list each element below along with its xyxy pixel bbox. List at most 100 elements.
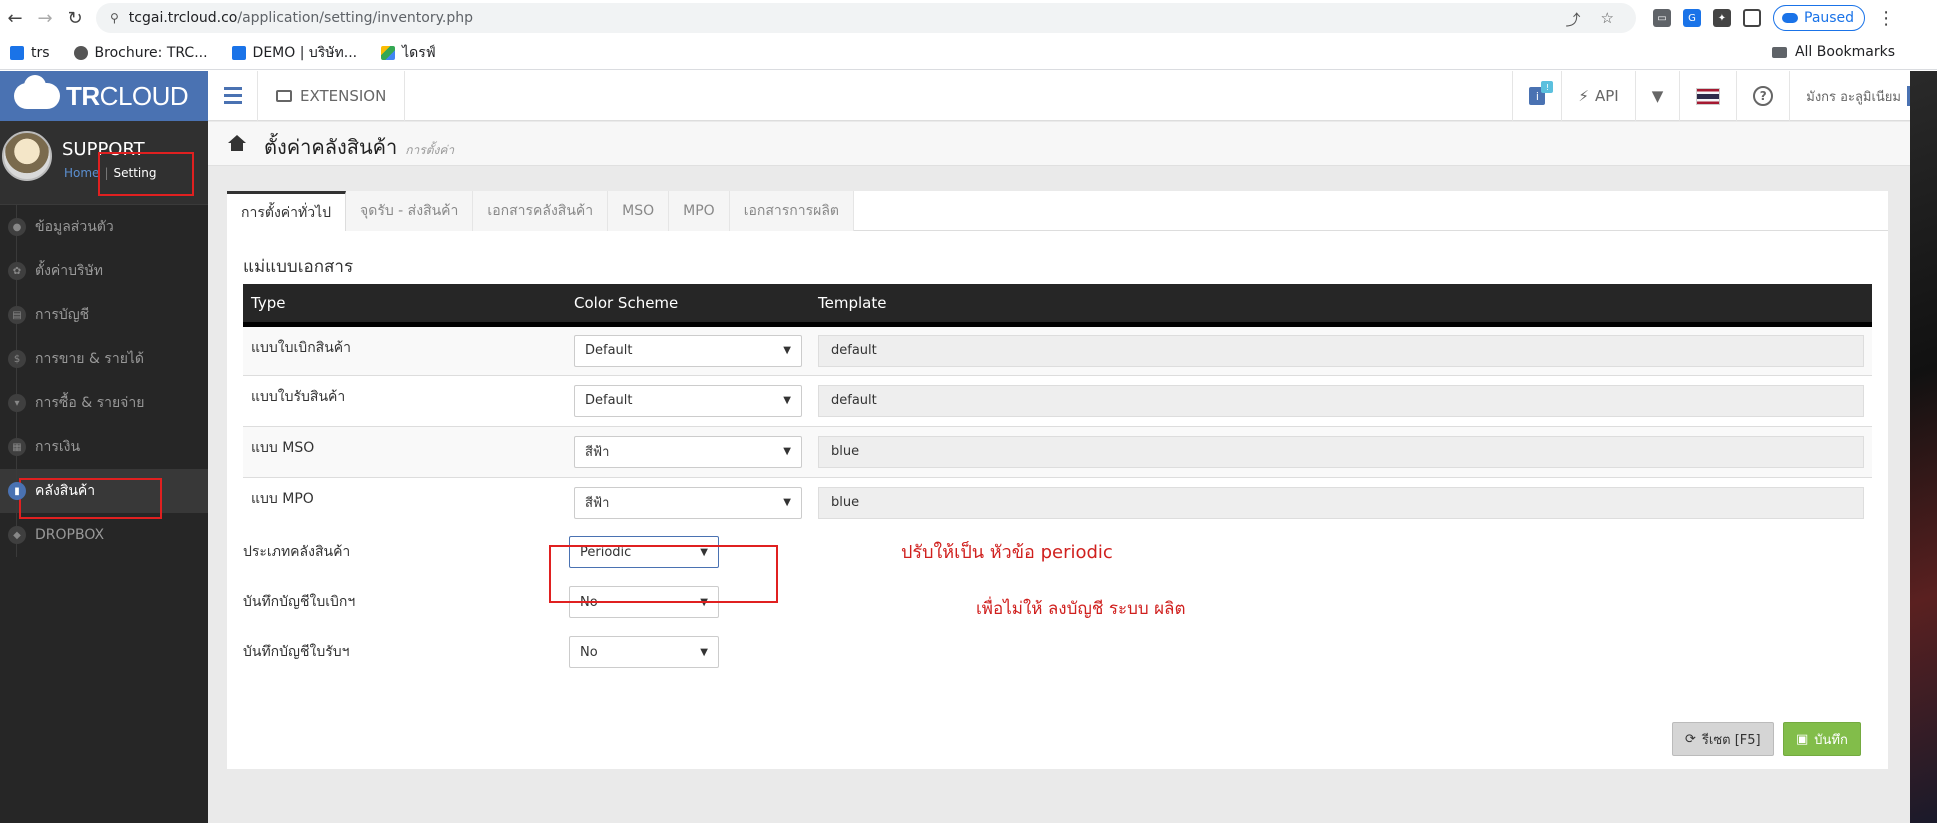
info-icon: i	[1529, 81, 1554, 105]
globe-icon	[73, 45, 88, 60]
receipt-posting-select[interactable]: No ▼	[569, 636, 719, 668]
color-scheme-select[interactable]: สีฟ้า ▼	[574, 435, 802, 468]
annotation-box-inventory-type	[549, 545, 778, 603]
tab-mso[interactable]: MSO	[608, 191, 670, 231]
all-bookmarks[interactable]: All Bookmarks	[1771, 44, 1895, 60]
dropdown-button[interactable]: ▼	[1634, 71, 1680, 121]
help-icon: ?	[1753, 86, 1774, 106]
row-type: แบบ MSO	[243, 425, 566, 477]
chevron-down-icon: ▼	[783, 446, 791, 457]
user-icon: ●	[8, 218, 26, 236]
template-input[interactable]: blue	[818, 486, 1864, 519]
color-scheme-select[interactable]: สีฟ้า ▼	[574, 486, 802, 519]
monitor-icon	[276, 89, 292, 102]
notification-button[interactable]: i	[1512, 71, 1561, 121]
desktop-background	[1910, 71, 1937, 823]
row-type: แบบใบรับสินค้า	[243, 374, 566, 426]
page-header: ตั้งค่าคลังสินค้า การตั้งค่า	[208, 122, 1937, 166]
color-scheme-select[interactable]: Default ▼	[574, 384, 802, 417]
floppy-icon: ▣	[1796, 731, 1809, 747]
plug-icon: ⚡	[1578, 87, 1589, 105]
chart-icon: ▮	[8, 482, 26, 500]
topbar: EXTENSION i ⚡API ▼ ? มังกร อะลูมิเนียม	[208, 70, 1937, 121]
column-header-template: Template	[810, 284, 1872, 327]
home-icon[interactable]	[228, 135, 246, 151]
app: TRCLOUD SUPPORT Home | Setting ● ข้อมูลส่วน…	[0, 70, 1937, 823]
inventory-type-label: ประเภทคลังสินค้า	[243, 544, 351, 560]
gear-icon: ✿	[8, 262, 26, 280]
bookmark-trs[interactable]: trs	[10, 45, 50, 61]
annotation-box-setting	[98, 152, 194, 196]
page-title: ตั้งค่าคลังสินค้า การตั้งค่า	[264, 135, 455, 159]
color-scheme-select[interactable]: Default ▼	[574, 334, 802, 367]
help-button[interactable]: ?	[1736, 71, 1789, 121]
star-icon[interactable]: ☆	[1601, 9, 1614, 30]
bookmark-drive[interactable]: ไดรฟ์	[381, 42, 436, 64]
api-button[interactable]: ⚡ API	[1561, 71, 1634, 121]
sidebar: TRCLOUD SUPPORT Home | Setting ● ข้อมูลส่วน…	[0, 71, 208, 823]
template-input[interactable]: default	[818, 334, 1864, 367]
translate-icon[interactable]: G	[1683, 9, 1701, 27]
sidebar-item-accounting[interactable]: ▤ การบัญชี	[0, 293, 208, 337]
reload-icon[interactable]: ↻	[60, 8, 90, 29]
browser-menu-icon[interactable]: ⋮	[1877, 8, 1895, 29]
language-button[interactable]	[1679, 71, 1736, 121]
row-type: แบบใบเบิกสินค้า	[243, 323, 566, 375]
cart-icon: ▾	[8, 394, 26, 412]
tab-general[interactable]: การตั้งค่าทั่วไป	[227, 191, 347, 231]
receipt-posting-label: บันทึกบัญชีใบรับฯ	[243, 644, 350, 660]
template-input[interactable]: default	[818, 384, 1864, 417]
column-header-color-scheme: Color Scheme	[566, 284, 810, 327]
home-link[interactable]: Home	[64, 166, 99, 180]
template-input[interactable]: blue	[818, 435, 1864, 468]
url-text: tcgai.trcloud.co/application/setting/inv…	[128, 10, 474, 26]
sidebar-item-dropbox[interactable]: ◆ DROPBOX	[0, 513, 208, 557]
row-type: แบบ MPO	[243, 476, 566, 528]
hamburger-menu-icon[interactable]	[208, 70, 258, 121]
cloud-icon	[10, 45, 24, 60]
extension-button[interactable]: EXTENSION	[258, 70, 406, 121]
user-profile: SUPPORT Home | Setting	[0, 121, 208, 205]
save-button[interactable]: ▣ บันทึก	[1783, 722, 1861, 756]
table-row: แบบ MPO สีฟ้า ▼ blue	[243, 476, 1872, 528]
sidebar-item-sales[interactable]: $ การขาย & รายได้	[0, 337, 208, 381]
sidebar-item-profile[interactable]: ● ข้อมูลส่วนตัว	[0, 205, 208, 249]
bookmark-brochure[interactable]: Brochure: TRC...	[73, 45, 208, 61]
reset-button[interactable]: ⟳ รีเซต [F5]	[1672, 722, 1774, 756]
sidebar-item-finance[interactable]: ▦ การเงิน	[0, 425, 208, 469]
settings-panel: การตั้งค่าทั่วไป จุดรับ - ส่งสินค้า เอกส…	[227, 191, 1888, 769]
dropbox-icon: ◆	[8, 526, 26, 544]
forward-icon[interactable]: →	[30, 8, 60, 29]
sidebar-item-company[interactable]: ✿ ตั้งค่าบริษัท	[0, 249, 208, 293]
extension-chat-icon[interactable]: ▭	[1653, 9, 1671, 27]
avatar	[2, 131, 52, 181]
drive-icon	[381, 45, 396, 60]
bookmark-demo[interactable]: DEMO | บริษัท...	[231, 42, 357, 64]
tab-bar: การตั้งค่าทั่วไป จุดรับ - ส่งสินค้า เอกส…	[227, 191, 1888, 231]
annotation-box-inventory	[19, 478, 162, 519]
logo[interactable]: TRCLOUD	[0, 71, 208, 121]
chevron-down-icon: ▼	[783, 395, 791, 406]
table-row: แบบใบเบิกสินค้า Default ▼ default	[243, 323, 1872, 375]
book-icon: ▤	[8, 306, 26, 324]
tab-mpo[interactable]: MPO	[669, 191, 730, 231]
sidepanel-icon[interactable]	[1743, 9, 1761, 27]
refresh-icon: ⟳	[1685, 731, 1696, 747]
profile-paused-button[interactable]: Paused	[1773, 5, 1866, 31]
browser-toolbar: ← → ↻ ⚲ tcgai.trcloud.co/application/set…	[0, 0, 1937, 36]
sidebar-item-purchase[interactable]: ▾ การซื้อ & รายจ่าย	[0, 381, 208, 425]
address-bar[interactable]: ⚲ tcgai.trcloud.co/application/setting/i…	[96, 3, 1636, 33]
tab-production-docs[interactable]: เอกสารการผลิต	[729, 191, 855, 231]
chevron-down-icon: ▼	[783, 497, 791, 509]
back-icon[interactable]: ←	[0, 8, 30, 29]
share-icon[interactable]: ⤴	[1566, 9, 1581, 30]
receipt-posting-row: บันทึกบัญชีใบรับฯ No ▼	[243, 636, 719, 668]
tab-inventory-docs[interactable]: เอกสารคลังสินค้า	[473, 191, 609, 231]
puzzle-icon[interactable]: ✦	[1713, 9, 1731, 27]
tab-pickup-points[interactable]: จุดรับ - ส่งสินค้า	[346, 191, 474, 231]
site-info-icon[interactable]: ⚲	[110, 11, 119, 25]
issue-posting-label: บันทึกบัญชีใบเบิกฯ	[243, 594, 356, 610]
chevron-down-icon: ▼	[700, 646, 708, 658]
cloud-icon	[231, 45, 246, 60]
annotation-note-periodic: ปรับให้เป็น หัวข้อ periodic	[901, 542, 1113, 563]
